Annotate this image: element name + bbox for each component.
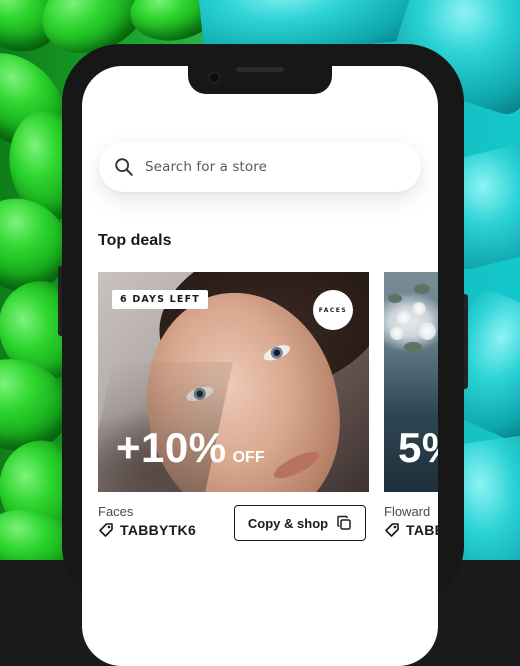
- tag-icon: [99, 523, 113, 537]
- discount-value: +10%: [116, 424, 227, 471]
- search-icon: [115, 158, 133, 176]
- search-input[interactable]: Search for a store: [145, 159, 267, 175]
- discount-label: 5%: [398, 424, 438, 472]
- search-bar[interactable]: Search for a store: [99, 142, 421, 192]
- copy-and-shop-label: Copy & shop: [247, 515, 329, 531]
- promo-code-text: TABBYTK6: [120, 522, 197, 538]
- time-left-badge: 6 DAYS LEFT: [112, 290, 208, 309]
- promo-code: TABBY: [384, 522, 438, 538]
- brand-logo: FACES: [313, 290, 353, 330]
- copy-icon: [337, 515, 351, 530]
- discount-value: 5%: [398, 424, 438, 471]
- discount-suffix: OFF: [232, 449, 265, 466]
- speaker-grille: [236, 67, 284, 72]
- discount-label: +10% OFF: [116, 424, 265, 472]
- promo-code-text: TABBY: [406, 522, 438, 538]
- camera-icon: [208, 71, 221, 84]
- promo-code: TABBYTK6: [98, 522, 196, 538]
- phone-notch: [188, 66, 332, 94]
- deal-card[interactable]: 6 DAYS LEFT FACES +10% OFF: [98, 272, 369, 492]
- deal-card[interactable]: 5%: [384, 272, 438, 492]
- phone-screen: Search for a store Top deals 6 DAYS LEFT…: [82, 66, 438, 666]
- store-name: Faces: [98, 504, 134, 519]
- copy-and-shop-button[interactable]: Copy & shop: [234, 505, 366, 541]
- phone-frame: Search for a store Top deals 6 DAYS LEFT…: [58, 44, 468, 666]
- tag-icon: [385, 523, 399, 537]
- section-title: Top deals: [98, 232, 172, 249]
- store-name: Floward: [384, 504, 431, 519]
